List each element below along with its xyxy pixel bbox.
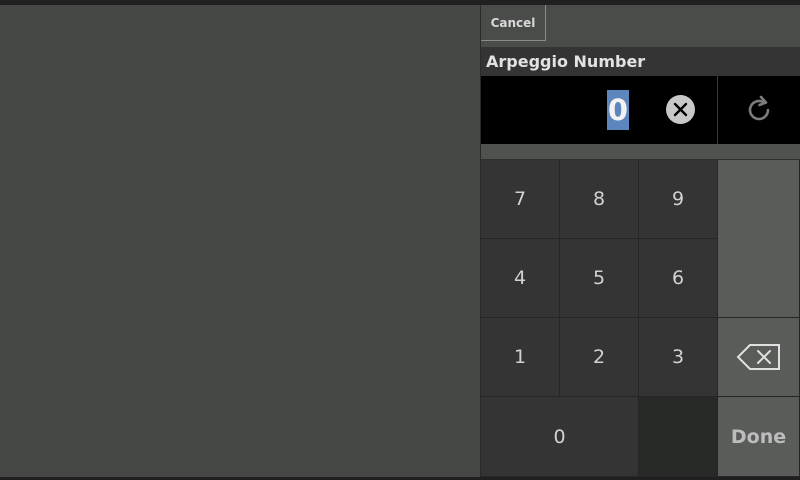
key-8[interactable]: 8 <box>560 160 639 239</box>
key-6[interactable]: 6 <box>639 239 718 318</box>
key-3[interactable]: 3 <box>639 318 718 397</box>
blank-key <box>639 397 718 477</box>
divider-bar <box>481 144 800 160</box>
value-text[interactable]: 0 <box>606 90 629 130</box>
panel-title: Arpeggio Number <box>481 47 800 76</box>
key-0[interactable]: 0 <box>481 397 639 477</box>
key-9[interactable]: 9 <box>639 160 718 239</box>
backspace-icon <box>736 344 780 370</box>
screen: Cancel Arpeggio Number 0 7 8 9 4 5 6 1 2… <box>0 0 800 480</box>
key-2[interactable]: 2 <box>560 318 639 397</box>
blank-side-key <box>718 160 800 318</box>
cancel-button[interactable]: Cancel <box>481 5 546 41</box>
clear-icon[interactable] <box>666 95 695 124</box>
numeric-keypad: 7 8 9 4 5 6 1 2 3 0 Done <box>481 160 800 477</box>
refresh-icon[interactable] <box>717 76 800 144</box>
key-5[interactable]: 5 <box>560 239 639 318</box>
key-4[interactable]: 4 <box>481 239 560 318</box>
backspace-button[interactable] <box>718 318 800 397</box>
background-area <box>0 5 480 477</box>
key-1[interactable]: 1 <box>481 318 560 397</box>
number-entry-panel: Cancel Arpeggio Number 0 7 8 9 4 5 6 1 2… <box>480 5 800 477</box>
done-button[interactable]: Done <box>718 397 800 477</box>
key-7[interactable]: 7 <box>481 160 560 239</box>
value-display-row: 0 <box>481 76 800 144</box>
